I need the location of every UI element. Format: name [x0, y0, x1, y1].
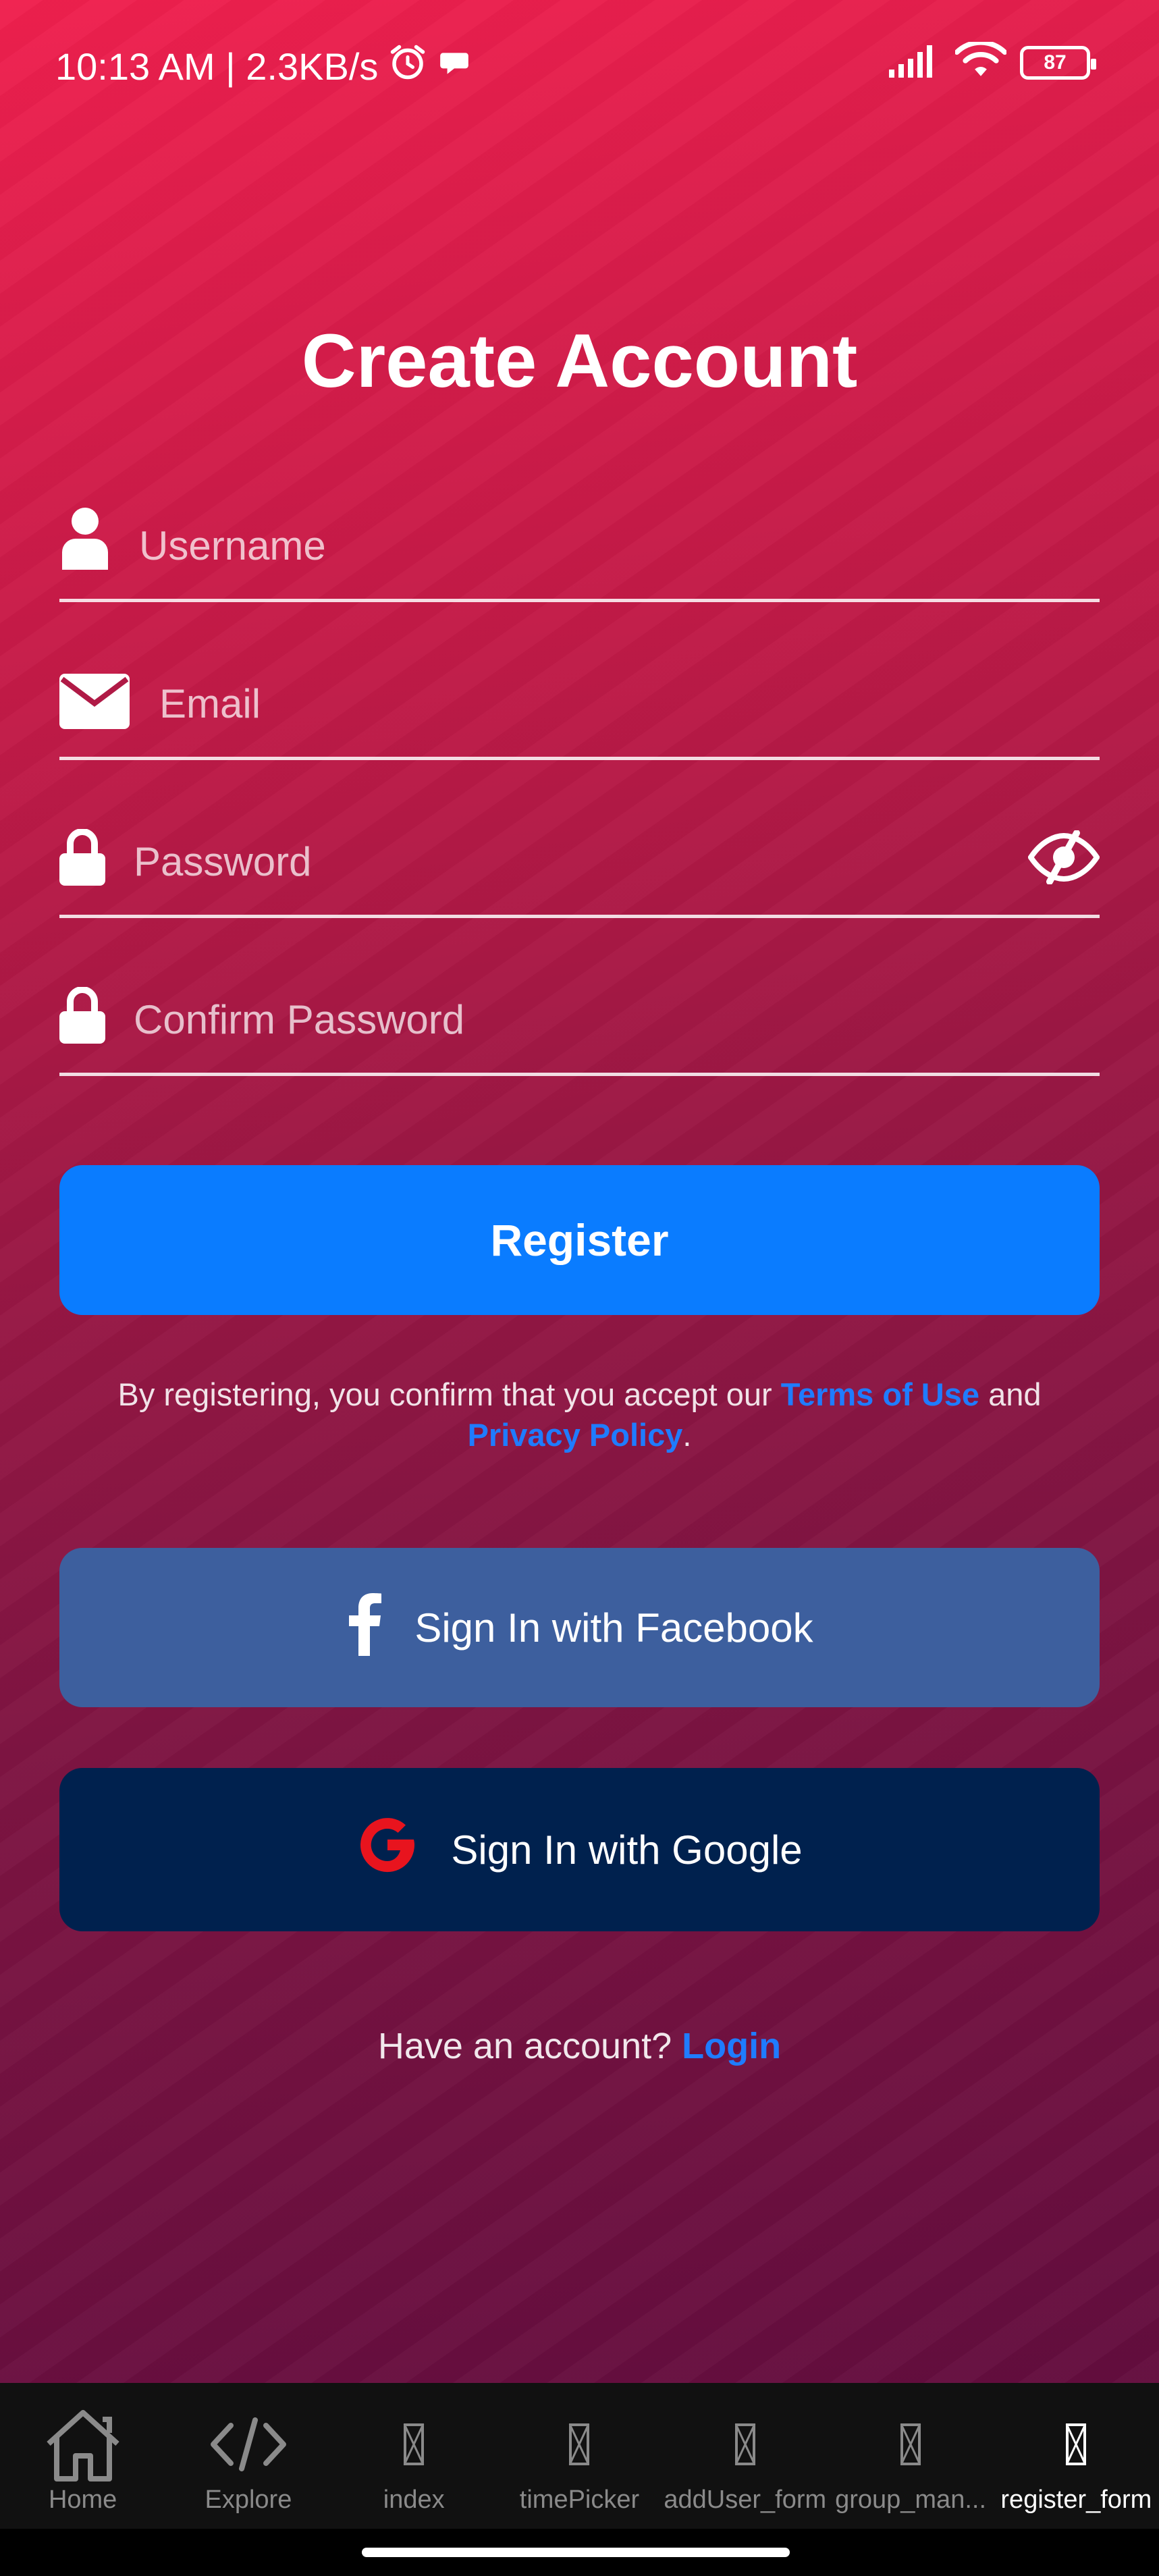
email-placeholder: Email: [159, 681, 261, 726]
nav-item-register-form[interactable]: register_form: [994, 2383, 1159, 2529]
login-link[interactable]: Login: [682, 2026, 781, 2066]
nav-label-register-form: register_form: [1000, 2486, 1152, 2514]
home-icon: [43, 2407, 123, 2481]
facebook-sign-in-button[interactable]: Sign In with Facebook: [59, 1548, 1100, 1707]
nav-label-adduser-form: addUser_form: [664, 2486, 827, 2514]
login-prompt: Have an account? Login: [0, 2025, 1159, 2067]
password-field[interactable]: Password: [59, 828, 1100, 918]
user-icon: [59, 506, 111, 573]
terms-notice: By registering, you confirm that you acc…: [59, 1374, 1100, 1455]
placeholder-icon: [900, 2407, 921, 2481]
password-placeholder: Password: [134, 839, 312, 884]
nav-label-home: Home: [48, 2486, 117, 2514]
login-prompt-text: Have an account?: [377, 2026, 682, 2066]
nav-item-index[interactable]: index: [331, 2383, 497, 2529]
placeholder-icon: [404, 2407, 425, 2481]
terms-of-use-link[interactable]: Terms of Use: [781, 1376, 979, 1412]
nav-item-explore[interactable]: Explore: [165, 2383, 331, 2529]
wifi-icon: [954, 40, 1008, 83]
placeholder-icon: [1066, 2407, 1087, 2481]
username-placeholder: Username: [139, 523, 326, 568]
bottom-nav: Home Explore index timePicker addUser_fo…: [0, 2383, 1159, 2529]
nav-item-timepicker[interactable]: timePicker: [497, 2383, 662, 2529]
nav-label-group-management: group_man...: [835, 2486, 986, 2514]
lock-icon: [59, 986, 105, 1047]
register-button[interactable]: Register: [59, 1165, 1100, 1315]
nav-label-timepicker: timePicker: [519, 2486, 640, 2514]
google-button-label: Sign In with Google: [451, 1827, 803, 1873]
signal-icon: [888, 44, 942, 81]
lock-icon: [59, 828, 105, 889]
privacy-policy-link[interactable]: Privacy Policy: [468, 1417, 683, 1453]
facebook-button-label: Sign In with Facebook: [414, 1605, 813, 1651]
nav-label-index: index: [383, 2486, 445, 2514]
confirm-password-field[interactable]: Confirm Password: [59, 986, 1100, 1076]
eye-slash-icon[interactable]: [1027, 830, 1100, 888]
terms-and: and: [979, 1376, 1042, 1412]
nav-item-adduser-form[interactable]: addUser_form: [662, 2383, 828, 2529]
status-right: 87: [888, 40, 1096, 83]
nav-item-group-management[interactable]: group_man...: [828, 2383, 993, 2529]
register-button-label: Register: [490, 1215, 669, 1265]
page-title: Create Account: [301, 319, 858, 403]
alarm-icon: [387, 42, 428, 91]
terms-suffix: .: [682, 1417, 692, 1453]
email-field[interactable]: Email: [59, 672, 1100, 760]
google-icon: [356, 1814, 419, 1885]
facebook-icon: [346, 1590, 382, 1665]
app-screen: 10:13 AM | 2.3KB/s 87 Create Account Use…: [0, 0, 1159, 2383]
placeholder-icon: [734, 2407, 755, 2481]
status-bar: 10:13 AM | 2.3KB/s 87: [0, 0, 1159, 128]
envelope-icon: [59, 674, 130, 732]
terms-prefix: By registering, you confirm that you acc…: [117, 1376, 781, 1412]
google-sign-in-button[interactable]: Sign In with Google: [59, 1768, 1100, 1931]
battery-level: 87: [1044, 51, 1067, 74]
gesture-area: [0, 2529, 1159, 2576]
battery-icon: 87: [1020, 45, 1096, 80]
status-left: 10:13 AM | 2.3KB/s: [55, 42, 471, 91]
placeholder-icon: [569, 2407, 590, 2481]
status-time: 10:13 AM | 2.3KB/s: [55, 45, 379, 88]
home-indicator[interactable]: [362, 2548, 790, 2557]
nav-item-home[interactable]: Home: [0, 2383, 165, 2529]
username-field[interactable]: Username: [59, 508, 1100, 602]
chat-bubble-icon: [437, 45, 471, 88]
code-icon: [209, 2407, 288, 2481]
nav-label-explore: Explore: [205, 2486, 292, 2514]
confirm-password-placeholder: Confirm Password: [134, 997, 465, 1042]
